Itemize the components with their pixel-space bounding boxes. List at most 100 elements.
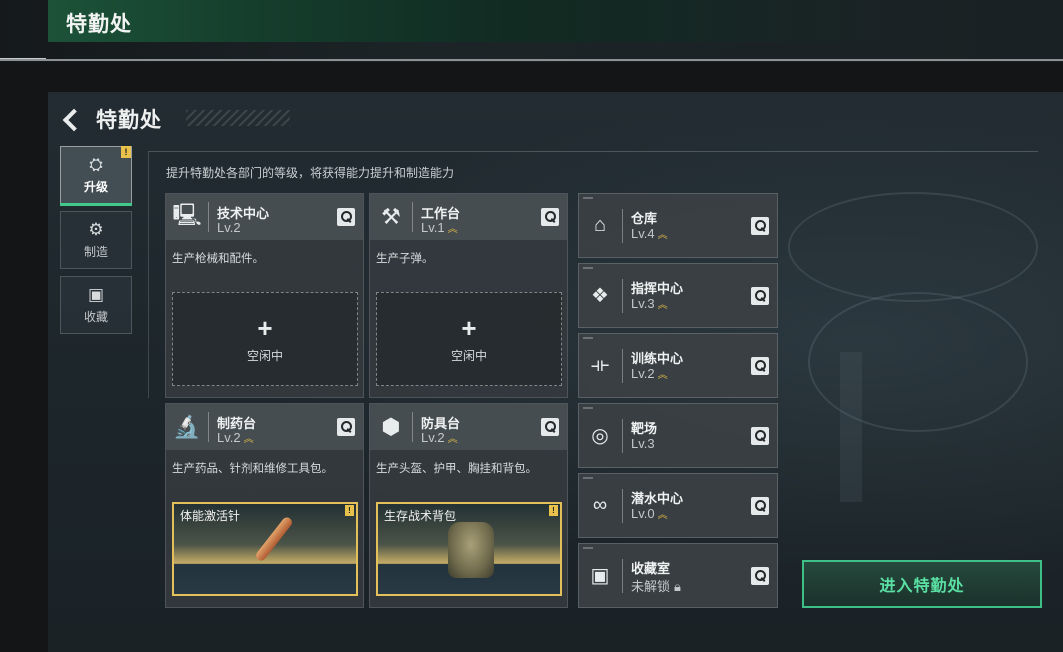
top-title-bar: 特勤处 (0, 0, 1063, 62)
search-icon[interactable] (337, 418, 355, 436)
command-chip-icon: ❖ (591, 284, 609, 307)
corner-mark (583, 197, 593, 199)
search-icon[interactable] (337, 208, 355, 226)
tab-upgrade-label: 升级 (83, 179, 108, 194)
warehouse-icon: ⌂ (593, 213, 607, 236)
level-text: Lv.4 (631, 226, 655, 241)
tab-collection-label: 收藏 (83, 309, 108, 324)
facility-name: 潜水中心 (631, 491, 684, 506)
window-title: 特勤处 (66, 13, 132, 36)
header-divider (208, 202, 209, 232)
page-title: 特勤处 (96, 109, 162, 132)
facility-card-command-center[interactable]: ❖ 指挥中心 Lv.3 ︽ (578, 263, 778, 328)
header-divider (622, 279, 623, 313)
vault-icon: ▣ (590, 564, 610, 587)
facility-name: 指挥中心 (631, 281, 684, 296)
workstation-icon: 🖳 (172, 202, 202, 227)
facility-level: Lv.3 ︽ (631, 296, 668, 311)
armor-icon: ⬢ (381, 414, 401, 439)
corner-mark (583, 477, 593, 479)
facility-description: 生产药品、针剂和维修工具包。 (172, 463, 333, 475)
alert-badge: ! (345, 505, 354, 516)
facility-card-workbench[interactable]: ⚒ 工作台 Lv.1 ︽ 生产子弹。 + 空闲中 (369, 193, 568, 398)
tools-icon: ⚒ (381, 204, 401, 229)
gear-icon: ⚙ (88, 219, 104, 239)
side-divider (148, 152, 149, 398)
header-divider (622, 489, 623, 523)
header-divider (622, 419, 623, 453)
search-icon[interactable] (751, 497, 769, 515)
upgrade-arrow-icon: ︽ (657, 370, 668, 381)
facility-description: 生产枪械和配件。 (172, 253, 264, 265)
facility-card-warehouse[interactable]: ⌂ 仓库 Lv.4 ︽ (578, 193, 778, 258)
alert-badge: ! (549, 505, 558, 516)
search-icon[interactable] (541, 418, 559, 436)
back-arrow-icon[interactable] (60, 107, 84, 131)
header-divider (412, 412, 413, 442)
facility-description: 生产头盔、护甲、胸挂和背包。 (376, 463, 537, 475)
corner-mark (583, 407, 593, 409)
level-text: Lv.0 (631, 506, 655, 521)
upgrade-arrow-icon: ︽ (657, 300, 668, 311)
level-text: Lv.1 (421, 220, 445, 235)
facility-level: Lv.1 ︽ (421, 220, 458, 235)
section-description: 提升特勤处各部门的等级，将获得能力提升和制造能力 (166, 166, 455, 180)
search-icon[interactable] (751, 427, 769, 445)
facility-level: 未解锁 🔒︎ (631, 576, 681, 595)
plus-icon: + (461, 312, 477, 343)
facility-card-armor[interactable]: ⬢ 防具台 Lv.2 ︽ 生产头盔、护甲、胸挂和背包。 生存战术背包 ! (369, 403, 568, 608)
facility-card-pharmacy[interactable]: 🔬 制药台 Lv.2 ︽ 生产药品、针剂和维修工具包。 体能激活针 ! (165, 403, 364, 608)
corner-mark (583, 547, 593, 549)
level-text: Lv.2 (217, 430, 241, 445)
facility-name: 训练中心 (631, 351, 684, 366)
facility-card-tech-center[interactable]: 🖳 技术中心 Lv.2 生产枪械和配件。 + 空闲中 (165, 193, 364, 398)
collection-icon: ▣ (87, 284, 105, 304)
search-icon[interactable] (751, 287, 769, 305)
facility-level: Lv.0 ︽ (631, 506, 668, 521)
header-divider (622, 209, 623, 243)
product-name: 体能激活针 (180, 509, 241, 523)
title-tab-highlight (48, 0, 908, 42)
tab-craft-label: 制造 (83, 244, 108, 259)
level-text: Lv.2 (217, 220, 241, 235)
tab-collection[interactable]: ▣ 收藏 (60, 276, 132, 334)
microscope-icon: 🔬 (173, 414, 201, 439)
facility-card-diving-center[interactable]: ∞ 潜水中心 Lv.0 ︽ (578, 473, 778, 538)
production-slot-idle[interactable]: + 空闲中 (376, 292, 562, 386)
tab-craft[interactable]: ⚙ 制造 (60, 211, 132, 269)
search-icon[interactable] (751, 217, 769, 235)
search-icon[interactable] (751, 567, 769, 585)
level-text: Lv.3 (631, 296, 655, 311)
facility-card-collection-room[interactable]: ▣ 收藏室 未解锁 🔒︎ (578, 543, 778, 608)
plus-icon: + (257, 312, 273, 343)
diving-goggles-icon: ∞ (592, 493, 608, 516)
facility-name: 收藏室 (631, 561, 671, 576)
facility-name: 仓库 (631, 211, 658, 226)
enter-button[interactable]: 进入特勤处 (802, 560, 1042, 608)
facility-description: 生产子弹。 (376, 253, 434, 265)
level-text: 未解锁 (631, 579, 671, 594)
search-icon[interactable] (541, 208, 559, 226)
level-text: Lv.2 (421, 430, 445, 445)
dumbbell-icon: ⟛ (590, 353, 610, 376)
tab-upgrade[interactable]: ⛭ 升级 ! (60, 146, 132, 206)
target-icon: ◎ (591, 424, 609, 447)
facility-level: Lv.2 ︽ (217, 430, 254, 445)
facility-card-training-center[interactable]: ⟛ 训练中心 Lv.2 ︽ (578, 333, 778, 398)
production-slot-item[interactable]: 生存战术背包 ! (376, 502, 562, 596)
production-slot-item[interactable]: 体能激活针 ! (172, 502, 358, 596)
level-text: Lv.3 (631, 436, 655, 451)
search-icon[interactable] (751, 357, 769, 375)
lock-icon: 🔒︎ (674, 579, 681, 594)
slot-status: 空闲中 (450, 348, 487, 363)
facility-level: Lv.2 ︽ (631, 366, 668, 381)
production-slot-idle[interactable]: + 空闲中 (172, 292, 358, 386)
upgrade-arrow-icon: ︽ (447, 224, 458, 235)
upgrade-arrow-icon: ︽ (447, 434, 458, 445)
header-divider (412, 202, 413, 232)
facility-card-shooting-range[interactable]: ◎ 靶场 Lv.3 (578, 403, 778, 468)
decorative-stripes (186, 110, 290, 126)
syringe-item-image (254, 515, 294, 563)
upgrade-arrow-icon: ︽ (243, 434, 254, 445)
header-divider (208, 412, 209, 442)
